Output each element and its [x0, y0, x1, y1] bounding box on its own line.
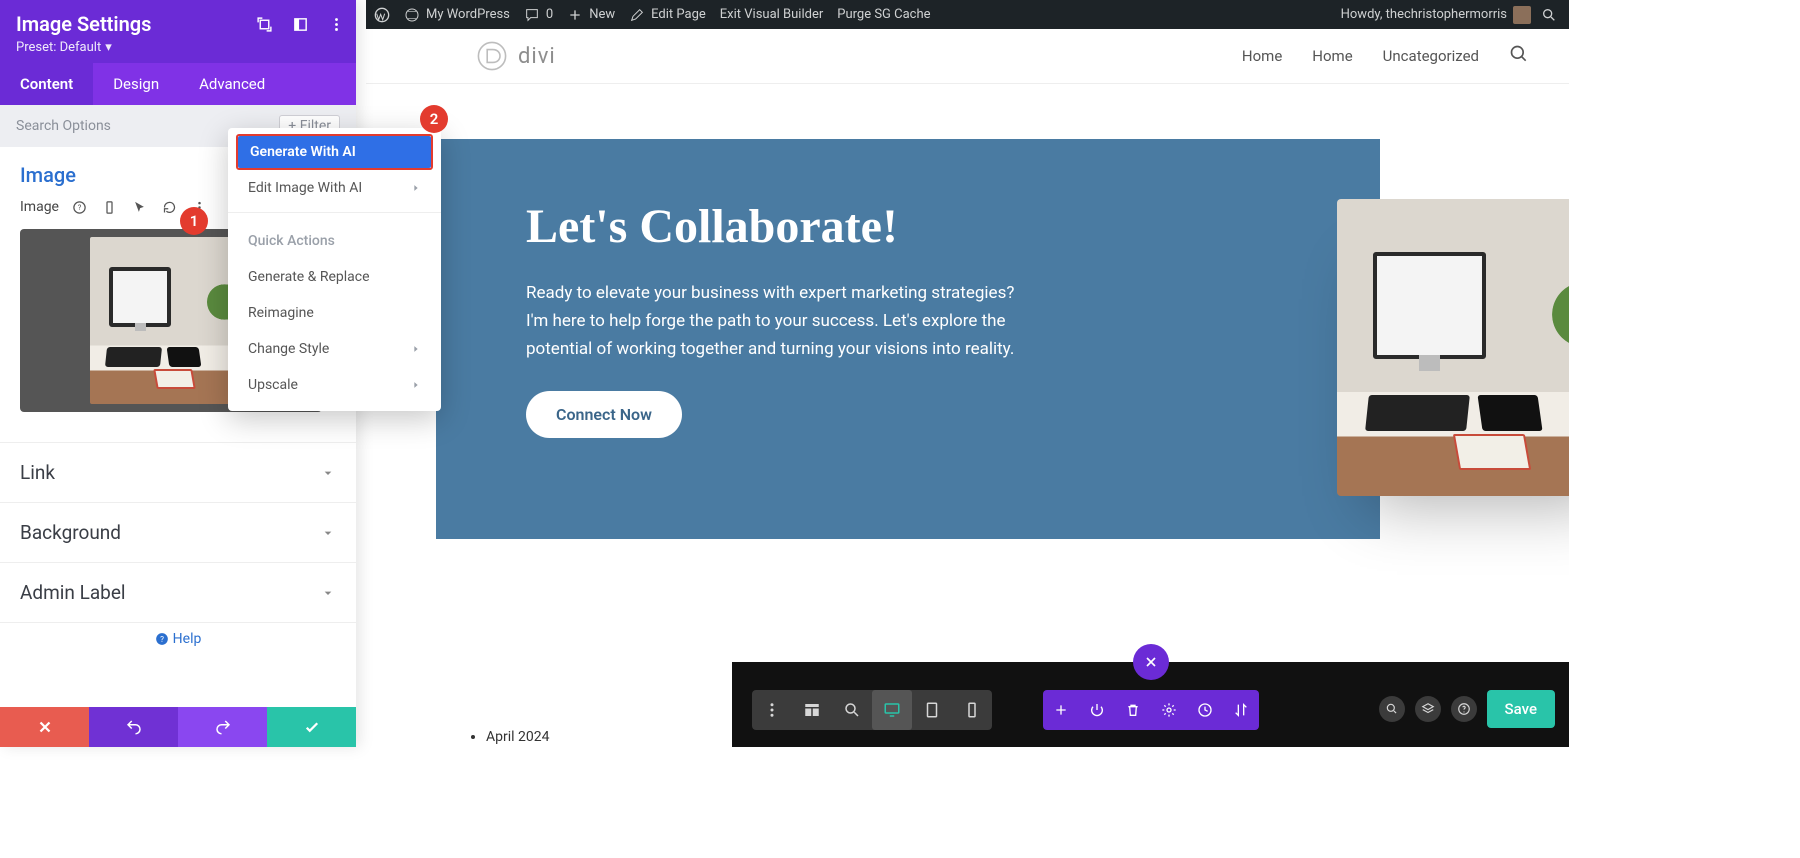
wp-new[interactable]: New [567, 7, 615, 23]
reset-icon[interactable] [159, 197, 179, 217]
logo-text: divi [518, 44, 556, 69]
menu-generate-with-ai[interactable]: Generate With AI [236, 134, 433, 170]
panel-tabs: Content Design Advanced [0, 63, 356, 105]
help-icon[interactable] [1451, 696, 1477, 722]
tab-design[interactable]: Design [93, 63, 179, 105]
hero-image[interactable] [1337, 199, 1569, 496]
accordion: Link Background Admin Label [0, 442, 356, 623]
svg-text:?: ? [160, 634, 164, 644]
chevron-down-icon: ▾ [105, 40, 112, 55]
builder-bottom-bar: Save [732, 662, 1569, 747]
redo-button[interactable] [178, 707, 267, 747]
sort-icon[interactable] [1223, 690, 1259, 730]
add-icon[interactable] [1043, 690, 1079, 730]
panel-more-icon[interactable] [326, 14, 346, 34]
nav-home[interactable]: Home [1242, 47, 1282, 65]
field-label: Image [20, 199, 59, 215]
annotation-badge-2: 2 [420, 105, 448, 133]
nav-home-2[interactable]: Home [1312, 47, 1352, 65]
help-tip-icon[interactable]: ? [69, 197, 89, 217]
search-placeholder[interactable]: Search Options [16, 118, 111, 134]
wp-search-icon[interactable] [1541, 5, 1561, 25]
wp-purge-cache[interactable]: Purge SG Cache [837, 7, 930, 22]
site-header: divi Home Home Uncategorized [366, 29, 1569, 84]
view-mode-cluster [752, 690, 992, 730]
wp-exit-vb[interactable]: Exit Visual Builder [720, 7, 823, 22]
desktop-icon[interactable] [872, 690, 912, 730]
menu-change-style[interactable]: Change Style [228, 331, 441, 367]
wp-comments[interactable]: 0 [524, 7, 553, 23]
builder-close-button[interactable] [1133, 644, 1169, 680]
expand-icon[interactable] [254, 14, 274, 34]
hero-title: Let's Collaborate! [526, 199, 1320, 254]
acc-admin-label[interactable]: Admin Label [0, 563, 356, 623]
svg-text:?: ? [77, 203, 81, 212]
menu-reimagine[interactable]: Reimagine [228, 295, 441, 331]
wp-admin-bar: My WordPress 0 New Edit Page Exit Visual… [366, 0, 1569, 29]
wireframe-icon[interactable] [792, 690, 832, 730]
panel-header: Image Settings Preset: Default▾ [0, 0, 356, 63]
hero-cta-button[interactable]: Connect Now [526, 391, 682, 438]
tab-advanced[interactable]: Advanced [179, 63, 285, 105]
acc-background[interactable]: Background [0, 503, 356, 563]
gear-icon[interactable] [1151, 690, 1187, 730]
zoom-icon[interactable] [832, 690, 872, 730]
site-logo[interactable]: divi [476, 40, 556, 72]
cancel-button[interactable] [0, 707, 89, 747]
br-search-icon[interactable] [1379, 696, 1405, 722]
avatar [1513, 6, 1531, 24]
menu-upscale[interactable]: Upscale [228, 367, 441, 403]
bottom-right-cluster: Save [1379, 690, 1555, 728]
panel-help[interactable]: ?Help [0, 623, 356, 650]
phone-icon[interactable] [952, 690, 992, 730]
preset-selector[interactable]: Preset: Default▾ [16, 40, 340, 55]
archive-item[interactable]: April 2024 [486, 729, 550, 745]
confirm-button[interactable] [267, 707, 356, 747]
wp-site-link[interactable]: My WordPress [404, 7, 510, 23]
history-icon[interactable] [1187, 690, 1223, 730]
undo-button[interactable] [89, 707, 178, 747]
wp-logo[interactable] [374, 7, 390, 23]
hero-text: Ready to elevate your business with expe… [526, 279, 1036, 363]
wp-howdy[interactable]: Howdy, thechristophermorris [1341, 6, 1531, 24]
wp-edit-page[interactable]: Edit Page [629, 7, 706, 23]
acc-link[interactable]: Link [0, 443, 356, 503]
menu-generate-replace[interactable]: Generate & Replace [228, 259, 441, 295]
desk-scene-image [1337, 199, 1569, 496]
panel-footer [0, 707, 356, 747]
hero-block[interactable]: Let's Collaborate! Ready to elevate your… [436, 139, 1380, 539]
page-canvas: Let's Collaborate! Ready to elevate your… [366, 84, 1569, 747]
hover-icon[interactable] [129, 197, 149, 217]
power-icon[interactable] [1079, 690, 1115, 730]
tab-content[interactable]: Content [0, 63, 93, 105]
archive-list: April 2024 [466, 729, 550, 745]
responsive-phone-icon[interactable] [99, 197, 119, 217]
page-actions-cluster [1043, 690, 1259, 730]
annotation-badge-1: 1 [180, 207, 208, 235]
trash-icon[interactable] [1115, 690, 1151, 730]
dock-icon[interactable] [290, 14, 310, 34]
nav-search-icon[interactable] [1509, 44, 1529, 68]
more-icon[interactable] [752, 690, 792, 730]
tablet-icon[interactable] [912, 690, 952, 730]
ai-popup: Generate With AI Edit Image With AI Quic… [228, 128, 441, 411]
menu-heading-quick: Quick Actions [228, 219, 441, 259]
save-button[interactable]: Save [1487, 690, 1555, 728]
nav-uncategorized[interactable]: Uncategorized [1383, 47, 1479, 65]
menu-edit-with-ai[interactable]: Edit Image With AI [228, 170, 441, 206]
site-nav: Home Home Uncategorized [1242, 44, 1529, 68]
layers-icon[interactable] [1415, 696, 1441, 722]
